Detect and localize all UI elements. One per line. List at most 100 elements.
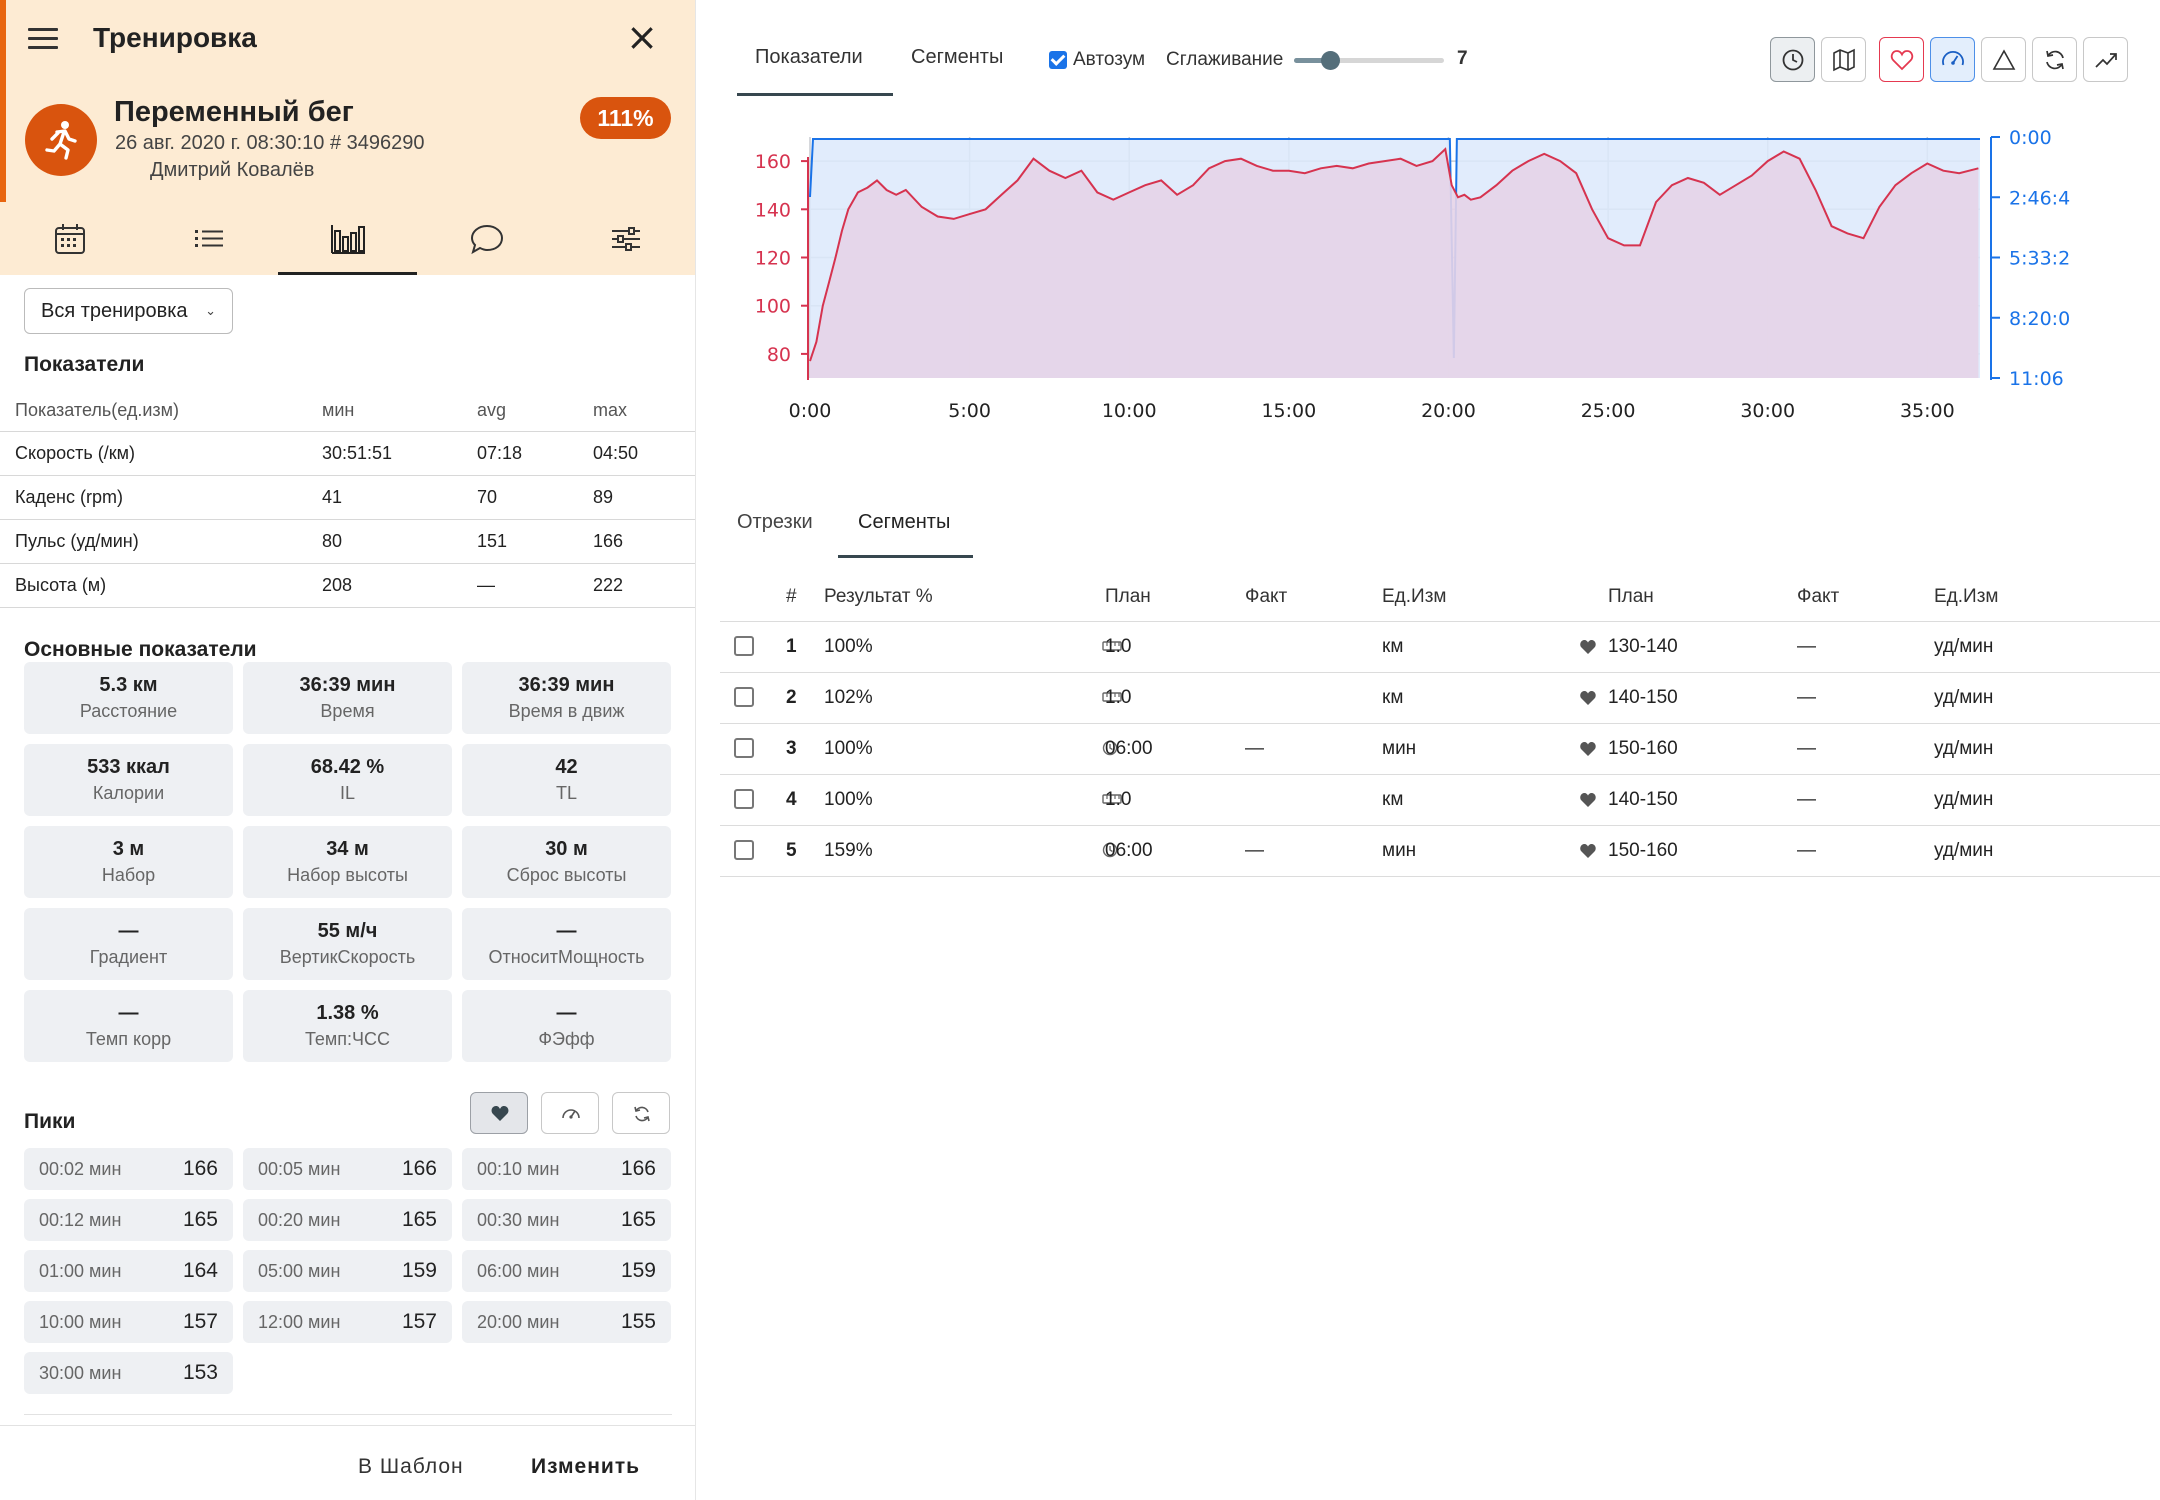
speedometer-icon <box>1942 51 1964 66</box>
tab-intervals[interactable]: Отрезки <box>737 511 813 534</box>
metric-max: 166 <box>593 519 695 564</box>
table-row[interactable]: 4 100% 1.0 км 140-150— уд/мин <box>720 774 2160 826</box>
tab-segments-table[interactable]: Сегменты <box>858 511 950 534</box>
trend-toggle[interactable] <box>2083 37 2128 82</box>
row-checkbox[interactable] <box>734 789 754 810</box>
tab-charts[interactable] <box>278 222 417 262</box>
kpi-label: Темп:ЧСС <box>304 1029 391 1049</box>
segment-result: 100% <box>824 737 873 759</box>
segment-hr-fact: — <box>1797 723 1934 775</box>
tab-comments[interactable] <box>417 222 556 262</box>
kpi-label: ФЭфф <box>538 1029 595 1049</box>
table-row[interactable]: 1 100% 1.0 км 130-140— уд/мин <box>720 621 2160 673</box>
col-result: Результат % <box>824 573 1105 622</box>
tab-list[interactable] <box>139 222 278 262</box>
segment-hr-fact: — <box>1797 621 1934 673</box>
autozoom-checkbox[interactable] <box>1049 51 1067 69</box>
segment-unit-cell: мин <box>1382 723 1608 775</box>
heart-rate-toggle[interactable] <box>1879 37 1924 82</box>
segment-index: 5 <box>786 825 824 877</box>
peak-duration: 01:00 мин <box>39 1261 122 1281</box>
right-tick-label: 2:46:4 <box>2009 187 2070 209</box>
kpi-value: 36:39 мин <box>299 674 396 696</box>
right-tick-label: 0:00 <box>2009 127 2052 149</box>
segment-hr-unit: уд/мин <box>1934 774 2160 826</box>
peak-value: 159 <box>620 1259 656 1282</box>
distance-axis-button[interactable] <box>1821 37 1866 82</box>
col-plan: План <box>1105 573 1245 622</box>
table-row[interactable]: 3 100% 06:00— мин 150-160— уд/мин <box>720 723 2160 775</box>
kpi-label: TL <box>555 783 577 803</box>
x-tick-label: 5:00 <box>948 400 991 422</box>
metric-name: Скорость (/км) <box>0 431 322 476</box>
segment-unit: км <box>1382 635 1404 657</box>
peak-card: 00:12 мин 165 <box>24 1199 233 1241</box>
peak-card: 10:00 мин 157 <box>24 1301 233 1343</box>
segment-unit: мин <box>1382 737 1417 759</box>
segment-result-cell: 102% <box>824 672 1122 724</box>
segment-hr-icon <box>1579 637 1597 659</box>
row-checkbox[interactable] <box>734 636 754 657</box>
time-axis-button[interactable] <box>1770 37 1815 82</box>
right-tick-label: 11:06 <box>2009 368 2064 390</box>
segment-index: 4 <box>786 774 824 826</box>
kpi-value: — <box>118 920 139 942</box>
peaks-speed-button[interactable] <box>541 1092 599 1134</box>
smoothing-slider-handle[interactable] <box>1321 51 1340 70</box>
cadence-toggle[interactable] <box>2032 37 2077 82</box>
peak-duration: 12:00 мин <box>258 1312 341 1332</box>
peak-duration: 00:12 мин <box>39 1210 122 1230</box>
peak-duration: 00:20 мин <box>258 1210 341 1230</box>
comment-icon <box>470 224 503 255</box>
row-checkbox[interactable] <box>734 687 754 708</box>
segment-hr-unit: уд/мин <box>1934 621 2160 673</box>
left-tick-label: 120 <box>755 248 791 270</box>
col-index: # <box>786 573 824 622</box>
peak-duration: 05:00 мин <box>258 1261 341 1281</box>
kpi-card: — Градиент <box>24 908 233 980</box>
col-hr-plan: План <box>1608 573 1797 622</box>
x-tick-label: 20:00 <box>1421 400 1476 422</box>
elevation-toggle[interactable] <box>1981 37 2026 82</box>
menu-icon[interactable] <box>28 28 58 50</box>
segment-result: 100% <box>824 788 873 810</box>
edit-button[interactable]: Изменить <box>531 1455 640 1479</box>
peaks-heart-button[interactable] <box>470 1092 528 1134</box>
running-icon <box>25 104 97 176</box>
peaks-refresh-button[interactable] <box>612 1092 670 1134</box>
peak-duration: 00:02 мин <box>39 1159 122 1179</box>
kpi-card: 533 ккал Калории <box>24 744 233 816</box>
metric-min: 41 <box>322 475 477 520</box>
close-icon[interactable]: × <box>623 18 661 56</box>
peak-value: 153 <box>182 1361 218 1384</box>
tab-settings[interactable] <box>556 222 695 262</box>
tab-metrics[interactable]: Показатели <box>755 46 863 69</box>
save-as-template-button[interactable]: В Шаблон <box>358 1455 464 1479</box>
workout-chart[interactable]: 80 100 120 140 160 0:00 2:46:4 5:33:2 8:20:0 11:… <box>740 110 2160 440</box>
kpi-value: 68.42 % <box>310 756 385 778</box>
segments-table: # Результат % План Факт Ед.Изм План Факт… <box>720 573 2160 877</box>
row-checkbox[interactable] <box>734 840 754 861</box>
tab-segments[interactable]: Сегменты <box>911 46 1003 69</box>
kpi-label: Калории <box>92 783 165 803</box>
refresh-icon <box>2046 50 2064 70</box>
metrics-col-max: max <box>593 391 695 432</box>
kpi-card: 55 м/ч ВертикСкорость <box>243 908 452 980</box>
tab-calendar[interactable] <box>0 222 139 262</box>
kpi-label: Набор <box>101 865 156 885</box>
table-row[interactable]: 2 102% 1.0 км 140-150— уд/мин <box>720 672 2160 724</box>
row-checkbox[interactable] <box>734 738 754 759</box>
kpi-label: Набор высоты <box>287 865 408 885</box>
workout-name: Переменный бег <box>114 96 354 128</box>
scope-select[interactable]: Вся тренировка ⌄ <box>24 288 233 334</box>
segment-hr-icon <box>1579 688 1597 710</box>
segment-hr-plan: 140-150 <box>1608 774 1797 826</box>
table-row[interactable]: 5 159% 06:00— мин 150-160— уд/мин <box>720 825 2160 877</box>
speed-toggle[interactable] <box>1930 37 1975 82</box>
heart-icon <box>1580 844 1596 859</box>
kpi-card: — ФЭфф <box>462 990 671 1062</box>
kpi-value: 5.3 км <box>99 674 158 696</box>
segment-plan: 1.0 <box>1105 774 1245 826</box>
metrics-header-row: Показатель(ед.изм) мин avg max <box>0 391 695 432</box>
autozoom-label: Автозум <box>1073 49 1146 70</box>
